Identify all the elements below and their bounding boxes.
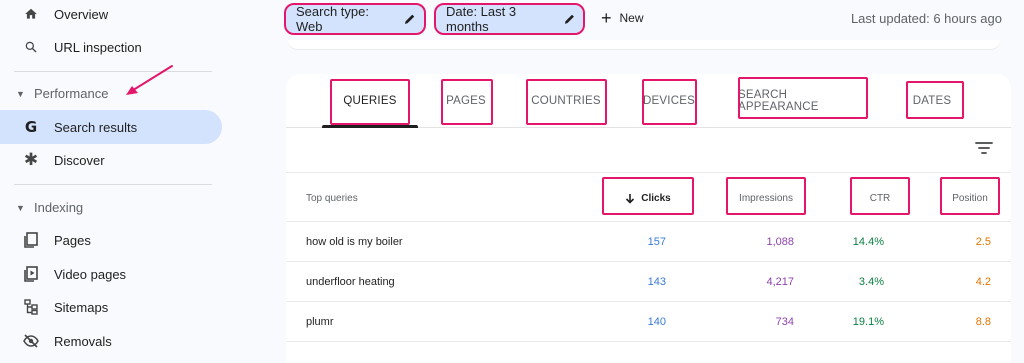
chip-label: Date: Last 3 months	[446, 4, 517, 34]
sidebar-item-overview[interactable]: Overview	[0, 0, 222, 31]
video-pages-icon	[22, 265, 40, 283]
tab-pages[interactable]: PAGES	[440, 78, 492, 124]
sidebar-divider	[14, 71, 212, 72]
sidebar-item-label: Discover	[54, 152, 105, 168]
position-cell: 2.5	[975, 236, 991, 248]
annotation-arrow-icon	[126, 65, 173, 95]
dimension-tabs: QUERIES PAGES COUNTRIES DEVICES SEARCH A…	[286, 74, 1011, 128]
table-header: Top queries Clicks Impressions CTR Posit…	[286, 172, 1011, 222]
tab-search-appearance[interactable]: SEARCH APPEARANCE	[738, 78, 868, 124]
date-filter-chip[interactable]: Date: Last 3 months	[434, 3, 585, 35]
sidebar-item-sitemaps[interactable]: Sitemaps	[0, 290, 222, 324]
clicks-cell: 157	[647, 236, 666, 248]
arrow-down-icon	[626, 193, 635, 204]
sidebar-item-pages[interactable]: Pages	[0, 223, 222, 257]
new-button-label: New	[619, 11, 644, 25]
chip-label: Search type: Web	[296, 4, 369, 34]
search-type-filter-chip[interactable]: Search type: Web	[284, 3, 426, 35]
caret-down-icon: ▼	[16, 88, 25, 99]
clicks-cell: 143	[647, 276, 666, 288]
section-label: Indexing	[34, 200, 84, 215]
impressions-cell: 4,217	[766, 276, 794, 288]
pages-icon	[22, 231, 40, 249]
section-performance[interactable]: ▼ Performance	[16, 86, 108, 101]
eye-off-icon	[22, 332, 40, 350]
sidebar-item-label: URL inspection	[54, 39, 142, 55]
sidebar: Overview URL inspection ▼ Performance G …	[0, 0, 240, 363]
asterisk-icon: ✱	[23, 150, 39, 169]
ctr-cell: 19.1%	[852, 316, 884, 328]
filter-rows-icon[interactable]	[974, 140, 994, 156]
query-cell: plumr	[306, 316, 334, 328]
table-row[interactable]: how old is my boiler 157 1,088 14.4% 2.5	[286, 222, 1011, 262]
plus-icon: +	[601, 8, 612, 28]
clicks-cell: 140	[647, 316, 666, 328]
ctr-cell: 3.4%	[858, 276, 884, 288]
section-label: Performance	[34, 86, 109, 101]
section-indexing[interactable]: ▼ Indexing	[16, 200, 83, 215]
table-row[interactable]: plumr 140 734 19.1% 8.8	[286, 302, 1011, 342]
caret-down-icon: ▼	[16, 202, 25, 213]
table-row[interactable]: underfloor heating 143 4,217 3.4% 4.2	[286, 262, 1011, 302]
sitemap-icon	[22, 298, 40, 316]
sidebar-item-label: Pages	[54, 232, 91, 248]
new-filter-button[interactable]: + New	[601, 8, 644, 28]
sidebar-item-label: Video pages	[54, 266, 127, 282]
pencil-icon	[405, 14, 415, 24]
query-cell: how old is my boiler	[306, 236, 403, 248]
search-icon	[22, 38, 40, 56]
google-g-icon: G	[24, 118, 38, 136]
sidebar-item-label: Overview	[54, 6, 109, 22]
sidebar-item-search-results[interactable]: G Search results	[0, 110, 222, 144]
position-cell: 4.2	[975, 276, 991, 288]
position-cell: 8.8	[975, 316, 991, 328]
sidebar-item-label: Sitemaps	[54, 299, 109, 315]
sidebar-item-label: Removals	[54, 333, 112, 349]
chart-card-bottom-edge	[288, 40, 1000, 50]
header-top-queries: Top queries	[306, 192, 358, 204]
sidebar-item-url-inspection[interactable]: URL inspection	[0, 30, 222, 64]
sidebar-item-video-pages[interactable]: Video pages	[0, 257, 222, 291]
pencil-icon	[564, 14, 574, 24]
header-position[interactable]: Position	[941, 173, 999, 223]
queries-table-card: QUERIES PAGES COUNTRIES DEVICES SEARCH A…	[286, 74, 1011, 363]
ctr-cell: 14.4%	[852, 236, 884, 248]
header-clicks[interactable]: Clicks	[604, 173, 692, 223]
impressions-cell: 734	[775, 316, 794, 328]
home-icon	[22, 5, 40, 23]
sidebar-divider	[14, 184, 212, 185]
query-cell: underfloor heating	[306, 276, 395, 288]
tab-queries[interactable]: QUERIES	[330, 78, 410, 124]
last-updated-text: Last updated: 6 hours ago	[850, 11, 1002, 26]
tab-dates[interactable]: DATES	[906, 78, 958, 124]
header-impressions[interactable]: Impressions	[728, 173, 804, 223]
sidebar-item-removals[interactable]: Removals	[0, 324, 222, 358]
tab-devices[interactable]: DEVICES	[642, 78, 696, 124]
impressions-cell: 1,088	[766, 236, 794, 248]
active-tab-indicator	[322, 125, 418, 128]
sidebar-item-label: Search results	[54, 119, 138, 135]
header-label: Clicks	[641, 192, 671, 204]
header-ctr[interactable]: CTR	[852, 173, 908, 223]
sidebar-item-discover[interactable]: ✱ Discover	[0, 143, 222, 177]
tab-countries[interactable]: COUNTRIES	[526, 78, 606, 124]
